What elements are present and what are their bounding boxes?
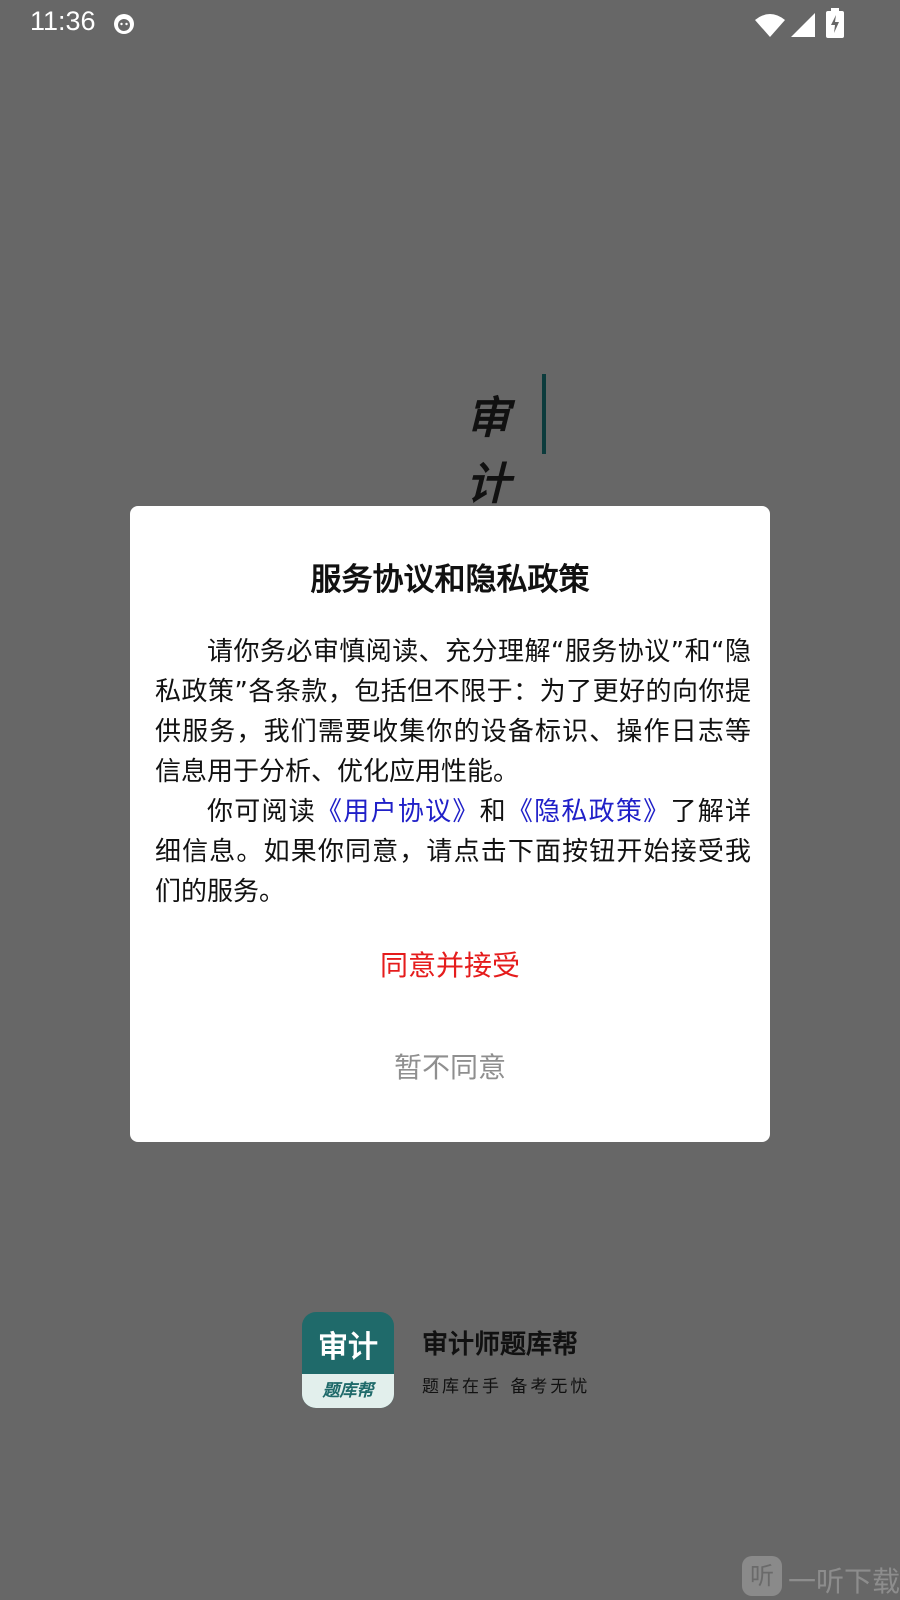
watermark-logo-icon: 听 <box>742 1556 782 1596</box>
privacy-dialog: 服务协议和隐私政策 请你务必审慎阅读、充分理解“服务协议”和“隐私政策”各条款，… <box>130 506 770 1142</box>
app-slogan: 题库在手 备考无忧 <box>422 1377 591 1397</box>
dialog-paragraph: 你可阅读《用户协议》和《隐私政策》了解详细信息。如果你同意，请点击下面按钮开始接… <box>155 792 751 912</box>
splash-title: 审 计 <box>466 386 526 518</box>
status-bar: 11:36 <box>0 0 900 48</box>
dialog-text: 和 <box>479 797 507 827</box>
user-agreement-link[interactable]: 《用户协议》 <box>316 797 480 827</box>
logo-main-text: 审计 <box>318 1330 378 1365</box>
watermark-text: 一听下载 <box>788 1565 900 1598</box>
decline-button[interactable]: 暂不同意 <box>130 1046 770 1086</box>
splash-accent-bar <box>542 374 546 454</box>
logo-sub-text: 题库帮 <box>302 1374 394 1408</box>
splash-title-char: 审 <box>466 393 510 444</box>
app-name: 审计师题库帮 <box>422 1330 579 1360</box>
app-logo: 审计 题库帮 <box>302 1312 394 1408</box>
status-time: 11:36 <box>30 6 96 36</box>
dialog-body: 请你务必审慎阅读、充分理解“服务协议”和“隐私政策”各条款，包括但不限于：为了更… <box>155 632 751 912</box>
signal-icon <box>791 13 815 37</box>
cat-icon <box>114 14 134 34</box>
battery-charging-icon <box>826 8 844 38</box>
wifi-icon <box>755 14 785 37</box>
agree-button[interactable]: 同意并接受 <box>130 944 770 984</box>
dialog-title: 服务协议和隐私政策 <box>310 562 590 598</box>
privacy-policy-link[interactable]: 《隐私政策》 <box>507 797 671 827</box>
dialog-paragraph: 请你务必审慎阅读、充分理解“服务协议”和“隐私政策”各条款，包括但不限于：为了更… <box>155 637 751 787</box>
dialog-text: 你可阅读 <box>207 797 317 827</box>
